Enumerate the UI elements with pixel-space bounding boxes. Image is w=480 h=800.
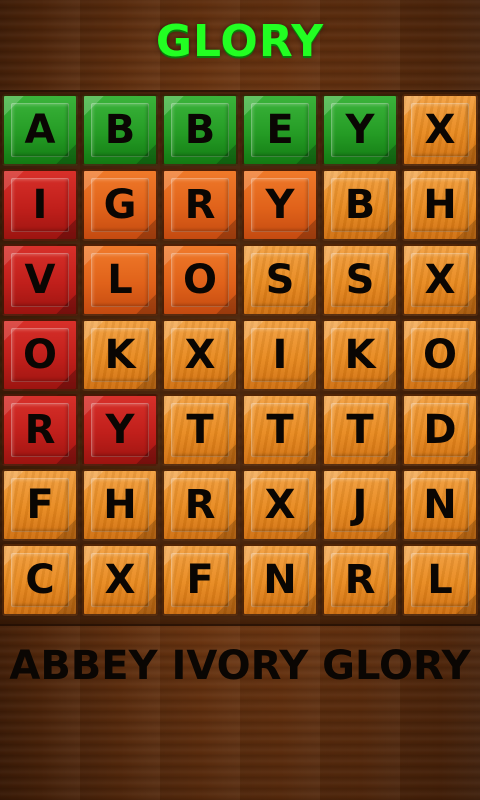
tile-letter: B [104,107,136,153]
tile-letter: X [424,107,456,153]
letter-tile[interactable]: Y [322,94,398,166]
tile-letter: X [104,557,136,603]
letter-tile[interactable]: H [82,469,158,541]
found-words-list: ABBEY IVORY GLORY [9,643,471,689]
letter-tile[interactable]: S [322,244,398,316]
letter-tile[interactable]: X [242,469,318,541]
tile-letter: R [344,557,376,603]
tile-letter: I [272,332,288,378]
tile-letter: L [107,257,133,303]
tile-letter: Y [345,107,375,153]
tile-letter: X [264,482,296,528]
letter-tile[interactable]: V [2,244,78,316]
letter-tile[interactable]: B [82,94,158,166]
letter-tile[interactable]: R [162,169,238,241]
letter-tile[interactable]: L [402,544,478,616]
letter-tile[interactable]: A [2,94,78,166]
letter-tile[interactable]: C [2,544,78,616]
letter-tile[interactable]: D [402,394,478,466]
letter-tile[interactable]: S [242,244,318,316]
tile-letter: K [104,332,136,378]
letter-tile[interactable]: I [2,169,78,241]
letter-tile[interactable]: O [2,319,78,391]
tile-letter: K [344,332,376,378]
tile-letter: D [423,407,457,453]
tile-letter: R [24,407,56,453]
tile-letter: A [24,107,56,153]
letter-tile[interactable]: R [322,544,398,616]
letter-tile[interactable]: J [322,469,398,541]
letter-tile[interactable]: Y [82,394,158,466]
tile-letter: Y [265,182,295,228]
letter-tile[interactable]: T [322,394,398,466]
current-word-title: GLORY [155,16,325,67]
letter-tile[interactable]: K [82,319,158,391]
letter-tile[interactable]: O [402,319,478,391]
tile-letter: J [352,482,368,528]
tile-letter: H [103,482,137,528]
tile-letter: N [263,557,297,603]
tile-letter: L [427,557,453,603]
tile-letter: V [24,257,56,303]
tile-letter: R [184,182,216,228]
letter-tile[interactable]: Y [242,169,318,241]
tile-letter: S [265,257,295,303]
tile-letter: B [344,182,376,228]
tile-letter: C [25,557,55,603]
tile-letter: R [184,482,216,528]
letter-tile[interactable]: O [162,244,238,316]
letter-tile[interactable]: E [242,94,318,166]
letter-tile[interactable]: K [322,319,398,391]
letter-grid: ABBEYXIGRYBHVLOSSXOKXIKORYTTTDFHRXJNCXFN… [0,92,480,624]
letter-tile[interactable]: L [82,244,158,316]
letter-tile[interactable]: X [162,319,238,391]
tile-letter: X [424,257,456,303]
tile-letter: N [423,482,457,528]
tile-letter: Y [105,407,135,453]
letter-tile[interactable]: N [402,469,478,541]
tile-letter: E [266,107,294,153]
tile-letter: O [182,257,217,303]
tile-letter: X [184,332,216,378]
letter-tile[interactable]: T [162,394,238,466]
letter-tile[interactable]: B [162,94,238,166]
letter-tile[interactable]: X [82,544,158,616]
letter-tile[interactable]: H [402,169,478,241]
letter-tile[interactable]: X [402,244,478,316]
letter-tile[interactable]: B [322,169,398,241]
tile-letter: T [266,407,294,453]
tile-letter: T [346,407,374,453]
tile-letter: G [103,182,137,228]
letter-tile[interactable]: X [402,94,478,166]
tile-letter: F [26,482,54,528]
letter-tile[interactable]: I [242,319,318,391]
tile-letter: S [345,257,375,303]
letter-tile[interactable]: N [242,544,318,616]
tile-letter: I [32,182,48,228]
letter-tile[interactable]: F [2,469,78,541]
tile-letter: O [422,332,457,378]
tile-letter: F [186,557,214,603]
letter-tile[interactable]: R [2,394,78,466]
tile-letter: T [186,407,214,453]
game-header: GLORY [0,0,480,92]
letter-tile[interactable]: T [242,394,318,466]
letter-tile[interactable]: R [162,469,238,541]
tile-letter: O [22,332,57,378]
letter-tile[interactable]: F [162,544,238,616]
letter-tile[interactable]: G [82,169,158,241]
tile-letter: H [423,182,457,228]
tile-letter: B [184,107,216,153]
